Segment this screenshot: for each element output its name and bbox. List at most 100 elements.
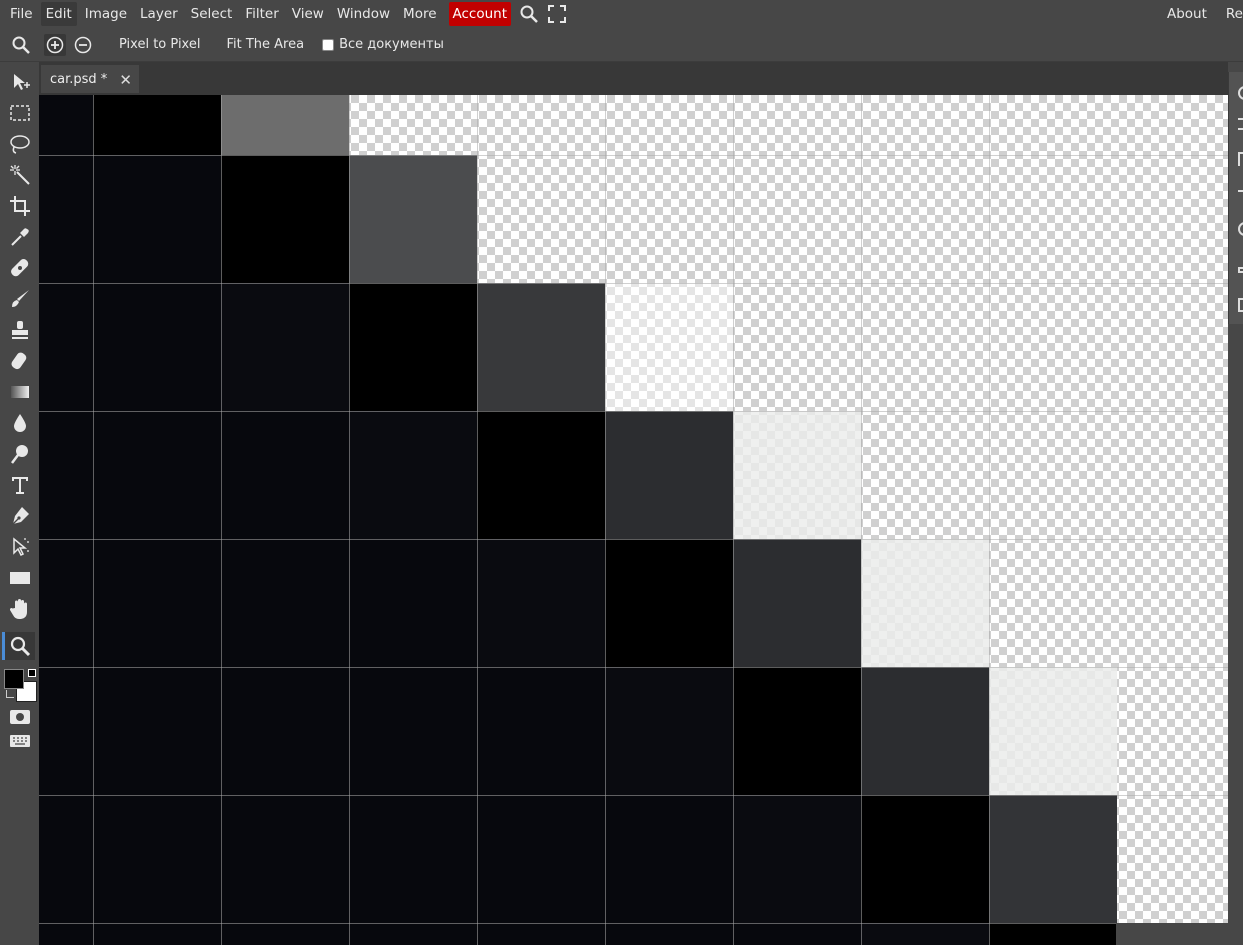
rectangle-tool-icon[interactable] <box>5 564 35 592</box>
clone-stamp-tool-icon[interactable] <box>5 316 35 344</box>
document-tab-title: car.psd * <box>50 71 108 87</box>
pixel-cell <box>989 795 1117 923</box>
move-tool-icon[interactable] <box>5 68 35 96</box>
menu-filter[interactable]: Filter <box>240 2 283 26</box>
menu-about[interactable]: About <box>1162 2 1212 26</box>
gradient-tool-icon[interactable] <box>5 378 35 406</box>
pixel-cell <box>93 155 221 283</box>
pixel-cell <box>733 795 861 923</box>
account-button[interactable]: Account <box>448 2 512 26</box>
properties-icon[interactable] <box>1238 267 1243 273</box>
eyedropper-tool-icon[interactable] <box>5 223 35 251</box>
layers-icon[interactable] <box>1238 118 1243 130</box>
pixel-cell <box>349 667 477 795</box>
pixel-cell <box>221 411 349 539</box>
pixel-cell <box>93 539 221 667</box>
pixel-gridline <box>39 155 1228 156</box>
document-tab[interactable]: car.psd * ✕ <box>41 65 139 93</box>
zoom-tool-icon[interactable] <box>2 632 35 660</box>
pixel-cell <box>349 539 477 667</box>
pixel-cell <box>39 539 93 667</box>
magic-wand-tool-icon[interactable] <box>5 161 35 189</box>
pixel-cell <box>93 923 221 945</box>
canvas[interactable] <box>39 95 1228 945</box>
tools-panel <box>0 62 39 945</box>
all-documents-checkbox[interactable]: Все документы <box>322 37 444 52</box>
pixel-cell <box>39 95 93 155</box>
menu-more[interactable]: More <box>398 2 441 26</box>
pen-tool-icon[interactable] <box>5 502 35 530</box>
pixel-cell <box>221 667 349 795</box>
pixel-gridline <box>861 95 862 945</box>
css-icon[interactable] <box>1238 298 1243 312</box>
pixel-cell <box>349 155 477 283</box>
keyboard-icon[interactable] <box>5 727 35 755</box>
zoom-in-icon[interactable] <box>44 33 66 56</box>
menu-view[interactable]: View <box>287 2 329 26</box>
menu-window[interactable]: Window <box>332 2 395 26</box>
pixel-cell <box>733 411 861 539</box>
menu-layer[interactable]: Layer <box>135 2 183 26</box>
right-panel-strip <box>1228 72 1243 324</box>
pixel-cell <box>221 155 349 283</box>
eraser-tool-icon[interactable] <box>5 347 35 375</box>
pixel-cell <box>39 411 93 539</box>
lasso-tool-icon[interactable] <box>5 130 35 158</box>
pixel-cell <box>93 795 221 923</box>
pixel-cell <box>349 923 477 945</box>
pixel-cell <box>861 539 989 667</box>
pixel-gridline <box>989 95 990 945</box>
all-documents-label: Все документы <box>339 37 444 52</box>
menu-edit[interactable]: Edit <box>40 2 77 26</box>
document-area: car.psd * ✕ <box>39 62 1228 945</box>
pixel-cell <box>861 795 989 923</box>
pixel-cell <box>221 95 349 155</box>
pixel-cell <box>605 283 733 411</box>
close-tab-icon[interactable]: ✕ <box>119 71 132 89</box>
pixel-cell <box>39 283 93 411</box>
paths-icon[interactable] <box>1238 190 1243 204</box>
pixel-gridline <box>39 923 1228 924</box>
history-icon[interactable] <box>1238 86 1243 100</box>
pixel-gridline <box>39 411 1228 412</box>
dodge-tool-icon[interactable] <box>5 440 35 468</box>
default-colors-icon[interactable] <box>6 690 14 698</box>
pixel-cell <box>93 667 221 795</box>
menu-select[interactable]: Select <box>186 2 238 26</box>
pixel-cell <box>39 795 93 923</box>
healing-tool-icon[interactable] <box>5 254 35 282</box>
document-tabbar: car.psd * ✕ <box>39 62 1228 95</box>
fullscreen-icon[interactable] <box>546 3 568 25</box>
search-icon[interactable] <box>518 3 540 25</box>
checkbox-box[interactable] <box>322 38 335 51</box>
info-icon[interactable] <box>1238 222 1243 236</box>
pixel-cell <box>861 667 989 795</box>
pixel-cell <box>477 795 605 923</box>
text-tool-icon[interactable] <box>5 471 35 499</box>
zoom-out-icon[interactable] <box>72 34 94 56</box>
fit-the-area-button[interactable]: Fit The Area <box>220 34 310 55</box>
brush-tool-icon[interactable] <box>5 285 35 313</box>
pixel-gridline <box>221 95 222 945</box>
pixel-gridline <box>605 95 606 945</box>
channels-icon[interactable] <box>1238 152 1243 166</box>
marquee-tool-icon[interactable] <box>5 99 35 127</box>
hand-tool-icon[interactable] <box>5 595 35 623</box>
color-swatches <box>2 664 38 702</box>
menu-re[interactable]: Re <box>1221 2 1243 26</box>
pixel-cell <box>861 923 989 945</box>
pixel-cell <box>989 923 1117 945</box>
right-panel <box>1228 62 1243 945</box>
blur-tool-icon[interactable] <box>5 409 35 437</box>
pixel-to-pixel-button[interactable]: Pixel to Pixel <box>113 34 206 55</box>
menu-file[interactable]: File <box>5 2 38 26</box>
menu-image[interactable]: Image <box>80 2 132 26</box>
zoom-options-icon <box>10 34 32 56</box>
swap-colors-icon[interactable] <box>28 669 36 677</box>
pixel-cell <box>221 539 349 667</box>
crop-tool-icon[interactable] <box>5 192 35 220</box>
pixel-cell <box>733 539 861 667</box>
foreground-color-swatch[interactable] <box>4 669 24 689</box>
options-bar: Pixel to Pixel Fit The Area Все документ… <box>0 28 1243 62</box>
path-select-tool-icon[interactable] <box>5 533 35 561</box>
